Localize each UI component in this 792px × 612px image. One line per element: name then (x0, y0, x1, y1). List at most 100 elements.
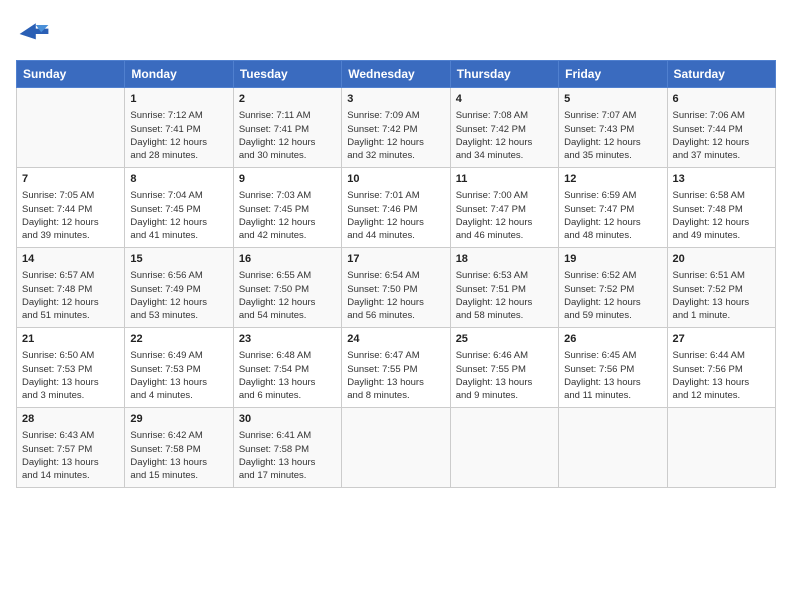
calendar-cell: 20Sunrise: 6:51 AMSunset: 7:52 PMDayligh… (667, 248, 775, 328)
header-row: SundayMondayTuesdayWednesdayThursdayFrid… (17, 61, 776, 88)
calendar-cell: 25 Sunrise: 6:46 AMSunset: 7:55 PMDayligh… (450, 328, 558, 408)
day-number: 22 (130, 332, 227, 347)
day-number: 10 (347, 172, 444, 187)
calendar-cell (667, 408, 775, 488)
day-number: 27 (673, 332, 770, 347)
calendar-cell: 5 Sunrise: 7:07 AMSunset: 7:43 PMDaylight… (559, 88, 667, 168)
day-info: Sunrise: 6:46 AMSunset: 7:55 PMDaylight:… (456, 349, 553, 402)
calendar-cell: 8 Sunrise: 7:04 AMSunset: 7:45 PMDaylight… (125, 168, 233, 248)
calendar-cell: 3Sunrise: 7:09 AMSunset: 7:42 PMDaylight… (342, 88, 450, 168)
day-info: Sunrise: 7:11 AMSunset: 7:41 PMDaylight:… (239, 109, 336, 162)
calendar-table: SundayMondayTuesdayWednesdayThursdayFrid… (16, 60, 776, 488)
calendar-cell: 12Sunrise: 6:59 AMSunset: 7:47 PMDayligh… (559, 168, 667, 248)
calendar-cell: 27 Sunrise: 6:44 AMSunset: 7:56 PMDayligh… (667, 328, 775, 408)
day-number: 16 (239, 252, 336, 267)
day-number: 5 (564, 92, 661, 107)
header-cell-friday: Friday (559, 61, 667, 88)
day-info: Sunrise: 6:50 AMSunset: 7:53 PMDaylight:… (22, 349, 119, 402)
day-info: Sunrise: 6:54 AMSunset: 7:50 PMDaylight:… (347, 269, 444, 322)
calendar-cell: 13Sunrise: 6:58 AMSunset: 7:48 PMDayligh… (667, 168, 775, 248)
logo-icon (16, 16, 52, 52)
day-info: Sunrise: 7:12 AMSunset: 7:41 PMDaylight:… (130, 109, 227, 162)
day-number: 6 (673, 92, 770, 107)
calendar-cell: 18Sunrise: 6:53 AMSunset: 7:51 PMDayligh… (450, 248, 558, 328)
header-cell-thursday: Thursday (450, 61, 558, 88)
calendar-cell: 26 Sunrise: 6:45 AMSunset: 7:56 PMDayligh… (559, 328, 667, 408)
day-number: 26 (564, 332, 661, 347)
day-info: Sunrise: 6:58 AMSunset: 7:48 PMDaylight:… (673, 189, 770, 242)
calendar-cell: 23 Sunrise: 6:48 AMSunset: 7:54 PMDayligh… (233, 328, 341, 408)
calendar-cell: 16 Sunrise: 6:55 AMSunset: 7:50 PMDayligh… (233, 248, 341, 328)
day-number: 12 (564, 172, 661, 187)
day-number: 3 (347, 92, 444, 107)
day-info: Sunrise: 7:01 AMSunset: 7:46 PMDaylight:… (347, 189, 444, 242)
day-number: 30 (239, 412, 336, 427)
calendar-cell (17, 88, 125, 168)
calendar-cell: 2 Sunrise: 7:11 AMSunset: 7:41 PMDaylight… (233, 88, 341, 168)
calendar-cell: 15Sunrise: 6:56 AMSunset: 7:49 PMDayligh… (125, 248, 233, 328)
logo (16, 16, 56, 52)
day-info: Sunrise: 7:00 AMSunset: 7:47 PMDaylight:… (456, 189, 553, 242)
week-row-3: 14 Sunrise: 6:57 AMSunset: 7:48 PMDayligh… (17, 248, 776, 328)
week-row-2: 7 Sunrise: 7:05 AMSunset: 7:44 PMDaylight… (17, 168, 776, 248)
calendar-cell: 30 Sunrise: 6:41 AMSunset: 7:58 PMDayligh… (233, 408, 341, 488)
day-number: 9 (239, 172, 336, 187)
day-number: 15 (130, 252, 227, 267)
day-info: Sunrise: 6:52 AMSunset: 7:52 PMDaylight:… (564, 269, 661, 322)
calendar-cell (450, 408, 558, 488)
calendar-cell: 10 Sunrise: 7:01 AMSunset: 7:46 PMDayligh… (342, 168, 450, 248)
day-info: Sunrise: 7:04 AMSunset: 7:45 PMDaylight:… (130, 189, 227, 242)
day-number: 17 (347, 252, 444, 267)
week-row-4: 21 Sunrise: 6:50 AMSunset: 7:53 PMDayligh… (17, 328, 776, 408)
day-number: 24 (347, 332, 444, 347)
day-info: Sunrise: 7:07 AMSunset: 7:43 PMDaylight:… (564, 109, 661, 162)
page-header (16, 16, 776, 52)
calendar-cell: 11 Sunrise: 7:00 AMSunset: 7:47 PMDayligh… (450, 168, 558, 248)
day-info: Sunrise: 7:08 AMSunset: 7:42 PMDaylight:… (456, 109, 553, 162)
week-row-5: 28Sunrise: 6:43 AMSunset: 7:57 PMDayligh… (17, 408, 776, 488)
calendar-cell: 21 Sunrise: 6:50 AMSunset: 7:53 PMDayligh… (17, 328, 125, 408)
day-number: 8 (130, 172, 227, 187)
day-info: Sunrise: 6:57 AMSunset: 7:48 PMDaylight:… (22, 269, 119, 322)
day-number: 25 (456, 332, 553, 347)
calendar-cell: 6 Sunrise: 7:06 AMSunset: 7:44 PMDaylight… (667, 88, 775, 168)
day-number: 21 (22, 332, 119, 347)
day-number: 23 (239, 332, 336, 347)
day-info: Sunrise: 6:44 AMSunset: 7:56 PMDaylight:… (673, 349, 770, 402)
calendar-cell: 22 Sunrise: 6:49 AMSunset: 7:53 PMDayligh… (125, 328, 233, 408)
day-info: Sunrise: 7:05 AMSunset: 7:44 PMDaylight:… (22, 189, 119, 242)
day-info: Sunrise: 6:53 AMSunset: 7:51 PMDaylight:… (456, 269, 553, 322)
day-info: Sunrise: 6:55 AMSunset: 7:50 PMDaylight:… (239, 269, 336, 322)
day-info: Sunrise: 6:47 AMSunset: 7:55 PMDaylight:… (347, 349, 444, 402)
day-number: 29 (130, 412, 227, 427)
header-cell-sunday: Sunday (17, 61, 125, 88)
day-info: Sunrise: 6:51 AMSunset: 7:52 PMDaylight:… (673, 269, 770, 322)
day-number: 1 (130, 92, 227, 107)
day-number: 2 (239, 92, 336, 107)
day-info: Sunrise: 6:48 AMSunset: 7:54 PMDaylight:… (239, 349, 336, 402)
calendar-cell: 9 Sunrise: 7:03 AMSunset: 7:45 PMDaylight… (233, 168, 341, 248)
header-cell-wednesday: Wednesday (342, 61, 450, 88)
day-info: Sunrise: 6:45 AMSunset: 7:56 PMDaylight:… (564, 349, 661, 402)
calendar-cell: 14 Sunrise: 6:57 AMSunset: 7:48 PMDayligh… (17, 248, 125, 328)
calendar-cell: 1 Sunrise: 7:12 AMSunset: 7:41 PMDaylight… (125, 88, 233, 168)
calendar-cell: 29Sunrise: 6:42 AMSunset: 7:58 PMDayligh… (125, 408, 233, 488)
day-number: 28 (22, 412, 119, 427)
day-number: 14 (22, 252, 119, 267)
header-cell-tuesday: Tuesday (233, 61, 341, 88)
calendar-cell: 28Sunrise: 6:43 AMSunset: 7:57 PMDayligh… (17, 408, 125, 488)
week-row-1: 1 Sunrise: 7:12 AMSunset: 7:41 PMDaylight… (17, 88, 776, 168)
day-number: 19 (564, 252, 661, 267)
calendar-cell: 7 Sunrise: 7:05 AMSunset: 7:44 PMDaylight… (17, 168, 125, 248)
calendar-cell: 24 Sunrise: 6:47 AMSunset: 7:55 PMDayligh… (342, 328, 450, 408)
header-cell-monday: Monday (125, 61, 233, 88)
day-info: Sunrise: 7:06 AMSunset: 7:44 PMDaylight:… (673, 109, 770, 162)
day-info: Sunrise: 6:49 AMSunset: 7:53 PMDaylight:… (130, 349, 227, 402)
calendar-cell: 17 Sunrise: 6:54 AMSunset: 7:50 PMDayligh… (342, 248, 450, 328)
calendar-cell (342, 408, 450, 488)
day-info: Sunrise: 6:41 AMSunset: 7:58 PMDaylight:… (239, 429, 336, 482)
day-number: 4 (456, 92, 553, 107)
day-number: 7 (22, 172, 119, 187)
day-info: Sunrise: 7:03 AMSunset: 7:45 PMDaylight:… (239, 189, 336, 242)
day-number: 11 (456, 172, 553, 187)
